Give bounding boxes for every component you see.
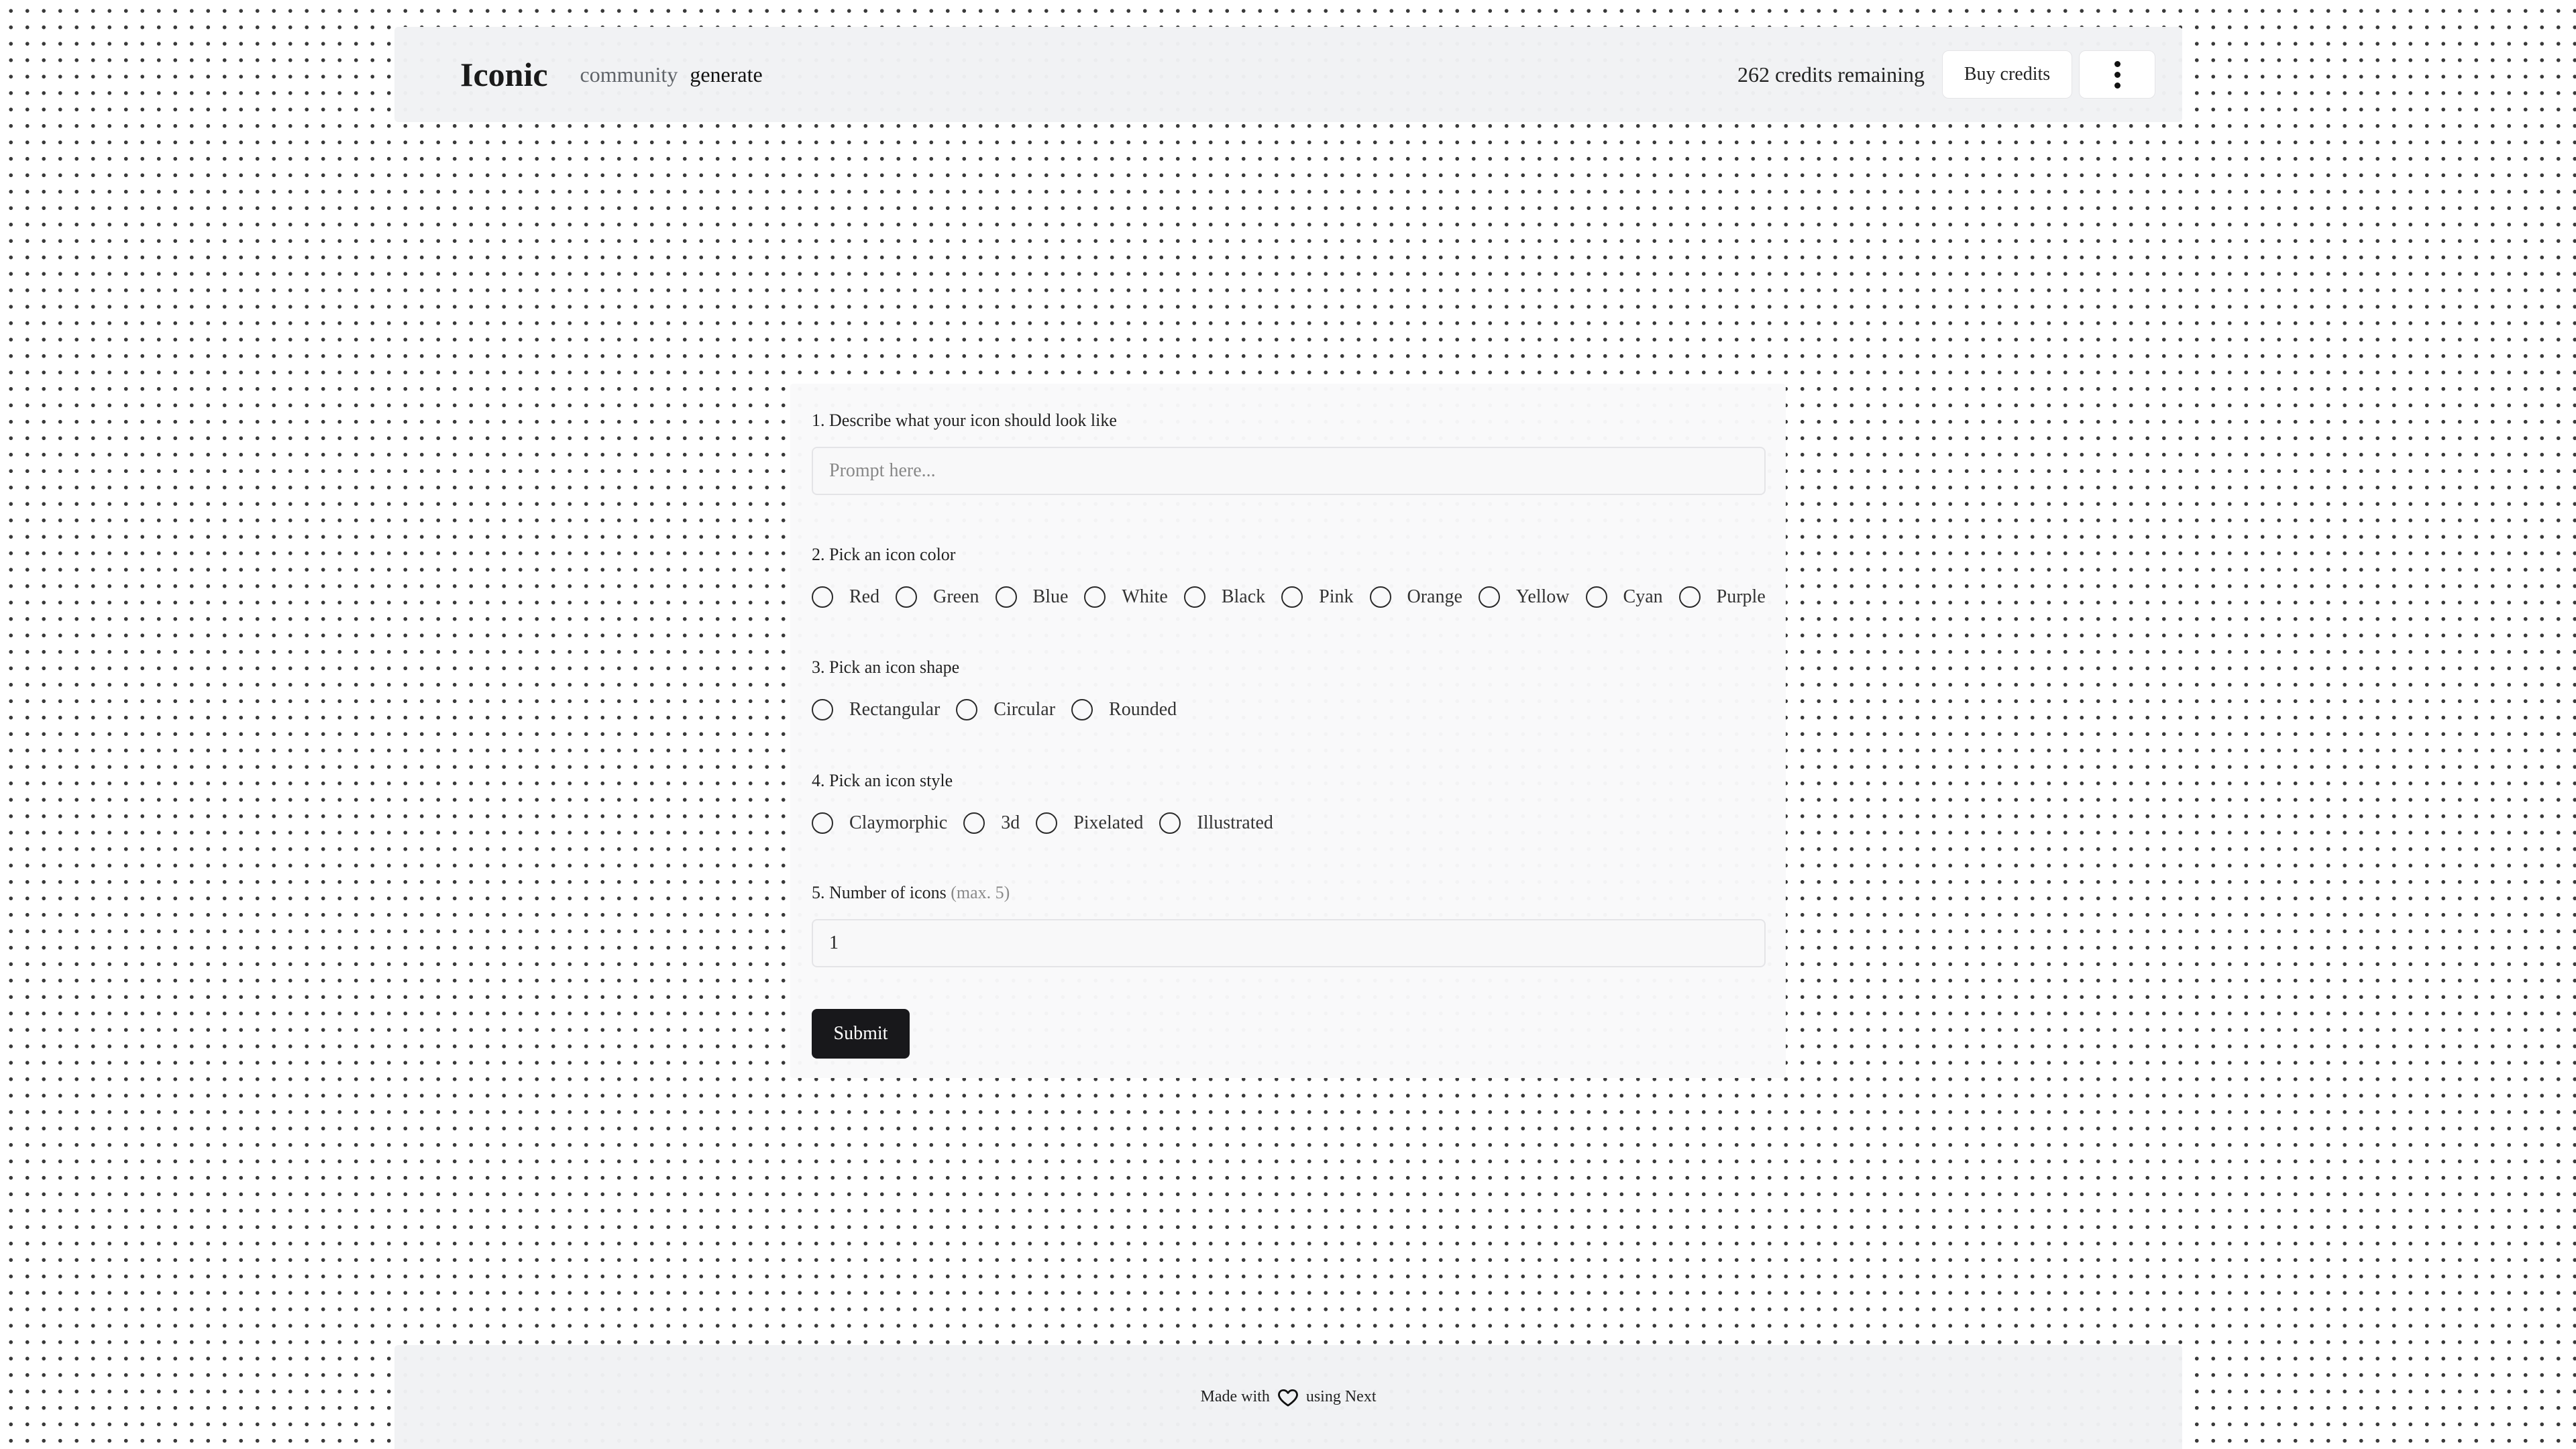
color-option-label: Pink — [1319, 586, 1354, 607]
heart-icon — [1277, 1389, 1298, 1406]
color-option-green[interactable]: Green — [896, 586, 979, 608]
radio-button[interactable] — [812, 586, 833, 608]
color-option-label: Green — [933, 586, 979, 607]
menu-button[interactable] — [2079, 50, 2155, 99]
shape-option-label: Circular — [994, 699, 1056, 720]
shape-options: Rectangular Circular Rounded — [812, 699, 1177, 720]
color-option-label: Blue — [1032, 586, 1069, 607]
color-option-blue[interactable]: Blue — [995, 586, 1069, 608]
color-option-purple[interactable]: Purple — [1678, 586, 1766, 608]
style-option-3d[interactable]: 3d — [963, 812, 1020, 834]
radio-button[interactable] — [1478, 586, 1500, 608]
app-logo[interactable]: Iconic — [460, 55, 548, 94]
style-option-pixelated[interactable]: Pixelated — [1036, 812, 1143, 834]
radio-button[interactable] — [995, 586, 1017, 608]
style-option-claymorphic[interactable]: Claymorphic — [812, 812, 947, 834]
radio-button[interactable] — [1678, 586, 1701, 608]
radio-button[interactable] — [896, 586, 918, 608]
style-option-label: Claymorphic — [849, 812, 948, 833]
shape-option-label: Rectangular — [849, 699, 941, 720]
count-label: 5. Number of icons (max. 5) — [812, 883, 1010, 903]
submit-button[interactable]: Submit — [812, 1009, 910, 1059]
style-label: 4. Pick an icon style — [812, 771, 953, 790]
prompt-input[interactable] — [812, 447, 1766, 495]
style-options: Claymorphic 3d Pixelated Illustrated — [812, 812, 1273, 834]
shape-option-rounded[interactable]: Rounded — [1071, 699, 1177, 720]
color-option-label: Orange — [1407, 586, 1462, 607]
footer: Made with using Next — [394, 1345, 2182, 1449]
color-option-pink[interactable]: Pink — [1281, 586, 1354, 608]
top-navbar: Iconic community generate 262 credits re… — [394, 27, 2182, 122]
style-option-label: 3d — [1001, 812, 1020, 833]
color-options: Red Green Blue White Black Pink Orange Y… — [812, 586, 1766, 608]
shape-option-rectangular[interactable]: Rectangular — [812, 699, 940, 720]
color-option-yellow[interactable]: Yellow — [1478, 586, 1570, 608]
nav-link-community[interactable]: community — [580, 62, 678, 87]
color-option-label: Cyan — [1623, 586, 1663, 607]
color-option-label: Black — [1221, 586, 1266, 607]
radio-button[interactable] — [1183, 586, 1205, 608]
style-option-label: Pixelated — [1073, 812, 1144, 833]
color-option-label: Yellow — [1515, 586, 1570, 607]
buy-credits-button[interactable]: Buy credits — [1942, 50, 2072, 99]
radio-button[interactable] — [1585, 586, 1607, 608]
footer-tech: Next — [1344, 1388, 1377, 1405]
nav-link-generate[interactable]: generate — [690, 62, 762, 87]
color-option-label: Red — [849, 586, 880, 607]
color-option-label: White — [1122, 586, 1168, 607]
credits-remaining: 262 credits remaining — [1737, 62, 1925, 87]
color-option-black[interactable]: Black — [1183, 586, 1266, 608]
radio-button[interactable] — [956, 699, 978, 720]
footer-made-with: Made with — [1200, 1388, 1270, 1405]
shape-label: 3. Pick an icon shape — [812, 657, 960, 677]
footer-using: using — [1305, 1388, 1341, 1405]
radio-button[interactable] — [812, 699, 833, 720]
count-input[interactable] — [812, 919, 1766, 967]
color-option-cyan[interactable]: Cyan — [1585, 586, 1663, 608]
color-option-label: Purple — [1716, 586, 1766, 607]
radio-button[interactable] — [963, 812, 985, 834]
style-option-label: Illustrated — [1197, 812, 1273, 833]
radio-button[interactable] — [1071, 699, 1093, 720]
count-label-text: 5. Number of icons — [812, 883, 947, 902]
radio-button[interactable] — [812, 812, 833, 834]
radio-button[interactable] — [1159, 812, 1181, 834]
radio-button[interactable] — [1281, 586, 1303, 608]
prompt-label: 1. Describe what your icon should look l… — [812, 411, 1117, 430]
count-hint: (max. 5) — [951, 883, 1010, 902]
radio-button[interactable] — [1036, 812, 1058, 834]
color-option-red[interactable]: Red — [812, 586, 879, 608]
style-option-illustrated[interactable]: Illustrated — [1159, 812, 1273, 834]
shape-option-label: Rounded — [1109, 699, 1177, 720]
shape-option-circular[interactable]: Circular — [956, 699, 1055, 720]
radio-button[interactable] — [1084, 586, 1106, 608]
color-option-white[interactable]: White — [1084, 586, 1168, 608]
more-vertical-icon — [2114, 60, 2121, 89]
generate-form: 1. Describe what your icon should look l… — [790, 384, 1786, 1078]
color-option-orange[interactable]: Orange — [1369, 586, 1462, 608]
radio-button[interactable] — [1369, 586, 1391, 608]
color-label: 2. Pick an icon color — [812, 545, 956, 564]
